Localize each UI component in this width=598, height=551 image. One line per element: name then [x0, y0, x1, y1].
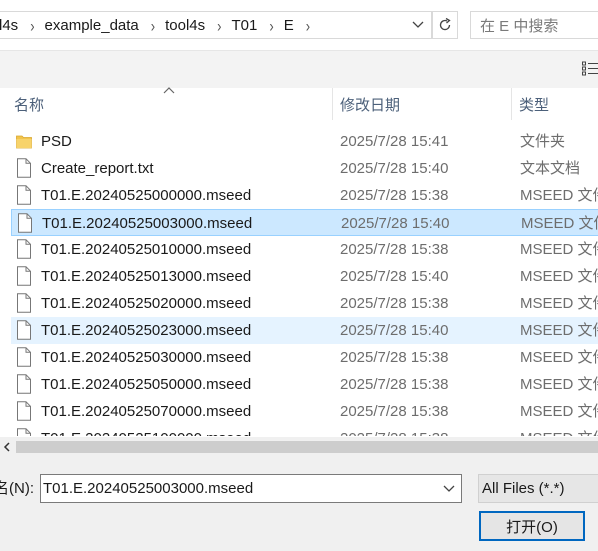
file-row[interactable]: T01.E.20240525030000.mseed 2025/7/28 15:3…	[11, 344, 598, 371]
file-name: T01.E.20240525010000.mseed	[41, 241, 252, 258]
file-type: MSEED 文件	[520, 241, 598, 258]
file-date: 2025/7/28 15:38	[340, 187, 449, 204]
filetype-select[interactable]: All Files (*.*)	[478, 474, 598, 503]
column-header-date[interactable]: 修改日期	[340, 88, 400, 120]
file-row[interactable]: Create_report.txt 2025/7/28 15:40 文本文档	[11, 155, 598, 182]
file-name: T01.E.20240525003000.mseed	[42, 215, 253, 232]
file-type: MSEED 文件	[520, 349, 598, 366]
breadcrumb-tool4s[interactable]: tool4s	[165, 17, 207, 34]
file-type: MSEED 文件	[520, 187, 598, 204]
file-row[interactable]: T01.E.20240525003000.mseed 2025/7/28 15:4…	[11, 209, 598, 236]
file-date: 2025/7/28 15:38	[340, 349, 449, 366]
file-icon	[18, 213, 32, 233]
chevron-down-icon[interactable]	[405, 12, 431, 38]
file-name: T01.E.20240525023000.mseed	[41, 322, 252, 339]
file-date: 2025/7/28 15:40	[340, 322, 449, 339]
open-button[interactable]: 打开(O)	[479, 511, 585, 541]
column-header-type[interactable]: 类型	[519, 88, 549, 120]
file-row[interactable]: PSD 2025/7/28 15:41 文件夹	[11, 128, 598, 155]
file-name: T01.E.20240525070000.mseed	[41, 403, 252, 420]
file-row[interactable]: T01.E.20240525100000.mseed 2025/7/28 15:3…	[11, 425, 598, 436]
file-type: MSEED 文件	[520, 425, 598, 436]
file-date: 2025/7/28 15:40	[340, 160, 449, 177]
file-date: 2025/7/28 15:38	[340, 295, 449, 312]
horizontal-scrollbar[interactable]	[0, 437, 598, 457]
file-date: 2025/7/28 15:38	[340, 425, 448, 436]
breadcrumb-e[interactable]: E	[284, 17, 296, 34]
file-name: PSD	[41, 133, 72, 150]
column-divider[interactable]	[511, 88, 512, 120]
breadcrumb-separator[interactable]: ›	[207, 15, 231, 35]
refresh-button[interactable]	[432, 11, 458, 39]
file-row[interactable]: T01.E.20240525070000.mseed 2025/7/28 15:3…	[11, 398, 598, 425]
file-name: T01.E.20240525000000.mseed	[41, 187, 252, 204]
file-name: T01.E.20240525030000.mseed	[41, 349, 252, 366]
file-row[interactable]: T01.E.20240525010000.mseed 2025/7/28 15:3…	[11, 236, 598, 263]
column-header-name[interactable]: 名称	[14, 88, 44, 120]
file-name: Create_report.txt	[41, 160, 154, 177]
file-date: 2025/7/28 15:41	[340, 133, 449, 150]
file-name: T01.E.20240525020000.mseed	[41, 295, 252, 312]
search-input[interactable]: 在 E 中搜索	[470, 11, 598, 39]
file-icon	[17, 320, 31, 340]
breadcrumb-separator[interactable]: ›	[259, 15, 283, 35]
view-details-icon[interactable]	[582, 60, 598, 76]
breadcrumb-separator[interactable]: ›	[141, 15, 165, 35]
address-bar[interactable]: l4s › example_data › tool4s › T01 › E ›	[0, 11, 432, 39]
toolbar	[0, 50, 598, 88]
file-icon	[17, 374, 31, 394]
chevron-left-icon[interactable]	[0, 437, 14, 457]
file-icon	[17, 239, 31, 259]
file-row[interactable]: T01.E.20240525050000.mseed 2025/7/28 15:3…	[11, 371, 598, 398]
file-icon	[17, 428, 31, 436]
file-list: PSD 2025/7/28 15:41 文件夹 Create_report.txt 20…	[0, 128, 598, 436]
file-icon	[17, 158, 31, 178]
file-type: MSEED 文件	[520, 295, 598, 312]
file-row[interactable]: T01.E.20240525000000.mseed 2025/7/28 15:3…	[11, 182, 598, 209]
file-type: MSEED 文件	[520, 322, 598, 339]
filename-combobox[interactable]: T01.E.20240525003000.mseed	[40, 474, 462, 503]
column-divider[interactable]	[332, 88, 333, 120]
file-type: 文本文档	[520, 160, 581, 177]
breadcrumb-l4s[interactable]: l4s	[0, 17, 20, 34]
sort-up-icon	[163, 87, 175, 94]
file-date: 2025/7/28 15:40	[341, 215, 450, 232]
filename-input[interactable]: T01.E.20240525003000.mseed	[43, 475, 253, 502]
file-type: MSEED 文件	[520, 268, 598, 285]
breadcrumb-example-data[interactable]: example_data	[45, 17, 141, 34]
file-row[interactable]: T01.E.20240525023000.mseed 2025/7/28 15:4…	[11, 317, 598, 344]
file-date: 2025/7/28 15:38	[340, 376, 449, 393]
file-icon	[17, 401, 31, 421]
breadcrumb-separator[interactable]: ›	[20, 15, 44, 35]
filetype-value: All Files (*.*)	[482, 480, 565, 497]
file-name: T01.E.20240525100000.mseed	[41, 425, 251, 436]
refresh-icon	[439, 17, 451, 31]
file-icon	[17, 266, 31, 286]
file-type: MSEED 文件	[521, 215, 598, 232]
folder-icon	[16, 135, 32, 149]
file-row[interactable]: T01.E.20240525020000.mseed 2025/7/28 15:3…	[11, 290, 598, 317]
address-bar-row: l4s › example_data › tool4s › T01 › E › …	[0, 0, 598, 50]
breadcrumb-separator[interactable]: ›	[296, 15, 320, 35]
breadcrumb-t01[interactable]: T01	[231, 17, 259, 34]
file-name: T01.E.20240525050000.mseed	[41, 376, 252, 393]
chevron-down-icon[interactable]	[439, 475, 459, 502]
file-name: T01.E.20240525013000.mseed	[41, 268, 252, 285]
file-type: MSEED 文件	[520, 376, 598, 393]
file-icon	[17, 185, 31, 205]
file-date: 2025/7/28 15:40	[340, 268, 449, 285]
file-icon	[17, 347, 31, 367]
filename-label: 名(N):	[0, 480, 34, 497]
file-type: MSEED 文件	[520, 403, 598, 420]
file-icon	[17, 293, 31, 313]
file-date: 2025/7/28 15:38	[340, 241, 449, 258]
file-row[interactable]: T01.E.20240525013000.mseed 2025/7/28 15:4…	[11, 263, 598, 290]
scrollbar-thumb[interactable]	[16, 441, 598, 453]
file-date: 2025/7/28 15:38	[340, 403, 449, 420]
file-type: 文件夹	[520, 133, 566, 150]
